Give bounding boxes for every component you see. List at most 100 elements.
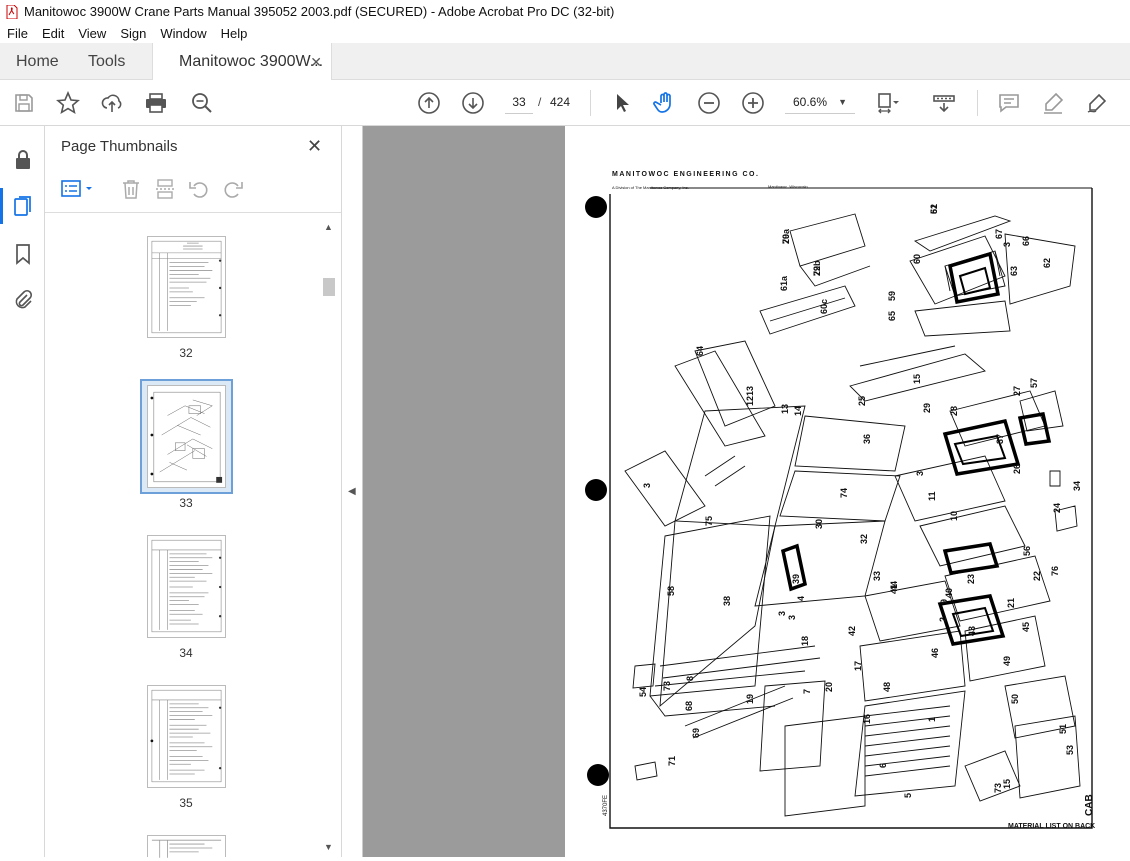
part-number-callout: 66 <box>1021 236 1031 246</box>
collapse-panel-icon[interactable]: ◀ <box>348 486 356 497</box>
part-number-callout: 59 <box>887 291 897 301</box>
bookmarks-icon[interactable] <box>11 242 35 266</box>
part-number-callout: 15 <box>912 374 922 384</box>
thumbnail-scrollbar[interactable] <box>322 221 336 857</box>
tab-tools[interactable]: Tools <box>88 43 125 80</box>
comment-icon[interactable] <box>997 91 1021 115</box>
page-thumbnail[interactable] <box>147 835 226 858</box>
part-number-callout: 56 <box>1022 546 1032 556</box>
menu-edit[interactable]: Edit <box>42 26 64 41</box>
part-number-callout: 76 <box>1050 566 1060 576</box>
rotate-left-icon[interactable] <box>188 178 210 200</box>
zoom-in-icon[interactable] <box>741 91 765 115</box>
extract-page-icon[interactable] <box>154 178 176 200</box>
next-page-icon[interactable] <box>461 91 485 115</box>
part-number-callout: 44 <box>889 581 899 591</box>
part-number-callout: 3 <box>777 611 787 616</box>
zoom-search-icon[interactable] <box>190 91 214 115</box>
part-number-callout: 3 <box>915 471 925 476</box>
zoom-dropdown[interactable]: 60.6% ▼ <box>785 91 855 114</box>
thumbnail-options-icon[interactable] <box>61 178 95 200</box>
scroll-mode-icon[interactable] <box>932 91 956 115</box>
part-number-callout: 30 <box>814 519 824 529</box>
part-number-callout: 7 <box>802 689 812 694</box>
menu-view[interactable]: View <box>78 26 106 41</box>
rotate-right-icon[interactable] <box>222 178 244 200</box>
scroll-down-icon[interactable]: ▼ <box>324 842 333 852</box>
thumbnail-label: 35 <box>179 796 193 810</box>
part-number-callout: 69 <box>691 728 701 738</box>
chevron-down-icon: ▼ <box>838 97 847 107</box>
zoom-out-icon[interactable] <box>697 91 721 115</box>
thumbnail-text-preview <box>150 689 222 783</box>
part-number-callout: 54 <box>638 687 648 697</box>
binder-hole <box>587 764 609 786</box>
star-bookmark-icon[interactable] <box>56 90 80 115</box>
part-number-callout: 16 <box>862 714 872 724</box>
part-number-callout: 39 <box>791 574 801 584</box>
part-number-callout: 60 <box>912 254 922 264</box>
delete-page-icon[interactable] <box>120 178 142 200</box>
lock-icon[interactable] <box>11 148 35 172</box>
part-number-callout: 13 <box>780 404 790 414</box>
part-number-callout: 64 <box>695 346 705 356</box>
part-number-callout: 67 <box>994 229 1004 239</box>
part-number-callout: 72 <box>812 266 822 276</box>
thumbnail-text-preview <box>151 539 222 633</box>
tab-document[interactable]: Manitowoc 3900W... ✕ <box>152 43 332 81</box>
thumbnail-drawing-preview <box>150 391 223 483</box>
part-number-callout: 14 <box>793 406 803 416</box>
part-number-callout: 50 <box>1010 694 1020 704</box>
part-number-callout: 73 <box>662 681 672 691</box>
part-number-callout: 27 <box>1012 386 1022 396</box>
menu-file[interactable]: File <box>7 26 28 41</box>
page-thumbnail[interactable] <box>147 236 226 338</box>
page-thumbnail[interactable] <box>147 685 226 788</box>
menu-window[interactable]: Window <box>160 26 206 41</box>
part-number-callout: 68 <box>684 701 694 711</box>
exploded-parts-drawing: 6129a29b61a60c60673 666362596564131213 141… <box>585 187 1093 829</box>
page-thumbnails-icon[interactable] <box>11 194 35 218</box>
select-cursor-icon[interactable] <box>610 91 634 115</box>
part-number-callout: 32 <box>859 534 869 544</box>
part-number-callout: 62 <box>1042 258 1052 268</box>
close-panel-icon[interactable]: ✕ <box>307 136 322 157</box>
part-number-callout: 45 <box>1021 622 1031 632</box>
page-thumbnails-panel: Page Thumbnails ✕ 32 33 34 35 ▲ ▼ <box>45 126 342 858</box>
page-thumbnail[interactable] <box>147 535 226 638</box>
page-thumbnail-current[interactable] <box>147 385 226 488</box>
menu-help[interactable]: Help <box>221 26 248 41</box>
scrollbar-thumb[interactable] <box>323 278 335 296</box>
attachments-paperclip-icon[interactable] <box>11 288 35 312</box>
part-number-callout: 15 <box>1002 779 1012 789</box>
thumbnail-label: 34 <box>179 646 193 660</box>
close-tab-icon[interactable]: ✕ <box>310 54 322 71</box>
panel-toolbar <box>45 166 341 213</box>
toolbar-divider-2 <box>977 90 978 116</box>
menu-bar: File Edit View Sign Window Help <box>0 23 1130 43</box>
page-number-input[interactable]: 33 <box>505 91 533 114</box>
part-number-callout: 40 <box>944 588 954 598</box>
part-number-callout: 9 <box>939 599 949 604</box>
part-number-callout: 29 <box>922 403 932 413</box>
part-number-callout: 46 <box>930 648 940 658</box>
tab-home[interactable]: Home <box>16 43 59 80</box>
panel-collapse-strip: ◀ <box>342 126 363 857</box>
hand-tool-icon[interactable] <box>653 91 677 115</box>
part-number-callout: 38 <box>722 596 732 606</box>
part-number-callout: 61a <box>779 275 789 291</box>
part-number-callout: 10 <box>949 511 959 521</box>
menu-sign[interactable]: Sign <box>120 26 146 41</box>
fit-page-icon[interactable] <box>876 91 900 115</box>
previous-page-icon[interactable] <box>417 91 441 115</box>
part-number-callout: 42 <box>847 626 857 636</box>
save-icon[interactable] <box>12 91 36 115</box>
part-number-callout: 6 <box>878 763 888 768</box>
print-icon[interactable] <box>144 91 168 115</box>
share-upload-icon[interactable] <box>100 91 124 115</box>
thumbnail-label: 32 <box>179 346 193 360</box>
highlight-pen-icon[interactable] <box>1041 91 1065 115</box>
sign-pen-icon[interactable] <box>1085 91 1109 115</box>
part-number-callout: 8 <box>685 676 695 681</box>
scroll-up-icon[interactable]: ▲ <box>324 222 333 232</box>
